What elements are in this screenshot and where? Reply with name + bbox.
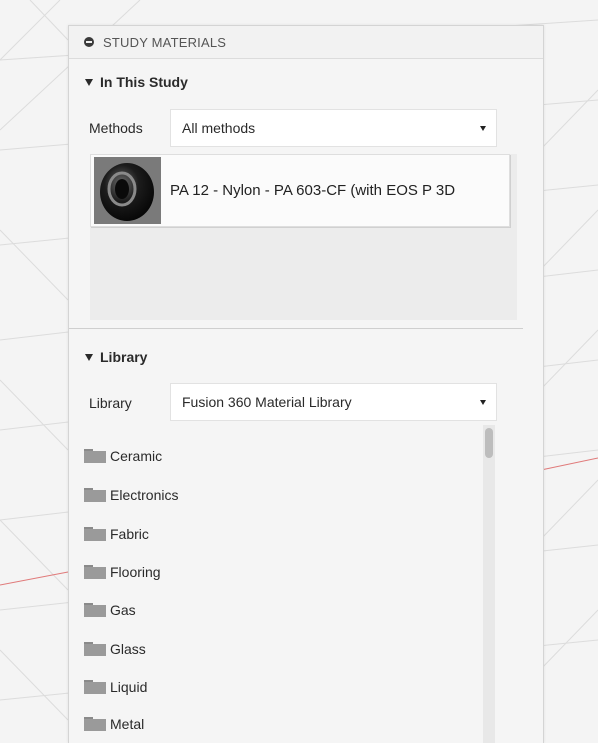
- scrollbar-thumb[interactable]: [485, 428, 493, 458]
- methods-dropdown[interactable]: All methods: [170, 109, 497, 147]
- folder-item-electronics[interactable]: Electronics: [84, 485, 178, 505]
- axis-line-red-right: [540, 457, 598, 471]
- folder-icon: [84, 680, 106, 694]
- folder-label: Gas: [110, 602, 136, 618]
- folder-item-glass[interactable]: Glass: [84, 639, 146, 659]
- methods-dropdown-value: All methods: [182, 120, 256, 136]
- library-label: Library: [89, 395, 132, 411]
- chevron-down-icon: [480, 125, 486, 131]
- folder-icon: [84, 642, 106, 656]
- folder-label: Liquid: [110, 679, 148, 695]
- section-divider: [69, 328, 523, 329]
- folder-icon: [84, 527, 106, 541]
- study-materials-list: PA 12 - Nylon - PA 603-CF (with EOS P 3D: [90, 154, 517, 320]
- folder-label: Glass: [110, 641, 146, 657]
- folder-label: Ceramic: [110, 448, 163, 464]
- expand-triangle-icon: [85, 78, 93, 86]
- methods-label: Methods: [89, 120, 143, 136]
- material-card[interactable]: PA 12 - Nylon - PA 603-CF (with EOS P 3D: [90, 154, 510, 227]
- folder-item-metal[interactable]: Metal: [84, 714, 144, 734]
- folder-icon: [84, 717, 106, 731]
- folder-item-liquid[interactable]: Liquid: [84, 677, 147, 697]
- library-dropdown-value: Fusion 360 Material Library: [182, 394, 352, 410]
- folder-label: Metal: [110, 716, 145, 732]
- chevron-down-icon: [480, 399, 486, 405]
- panel-header: STUDY MATERIALS: [69, 26, 543, 59]
- library-scrollbar[interactable]: [483, 425, 495, 743]
- library-dropdown[interactable]: Fusion 360 Material Library: [170, 383, 497, 421]
- panel-title: STUDY MATERIALS: [103, 34, 227, 50]
- folder-icon: [84, 488, 106, 502]
- library-title: Library: [100, 349, 148, 365]
- in-this-study-title: In This Study: [100, 74, 188, 90]
- study-materials-panel: STUDY MATERIALS In This Study Methods Al…: [68, 25, 544, 743]
- folder-label: Flooring: [110, 564, 161, 580]
- folder-icon: [84, 603, 106, 617]
- library-header[interactable]: Library: [85, 349, 147, 365]
- folder-item-fabric[interactable]: Fabric: [84, 524, 149, 544]
- folder-label: Fabric: [110, 526, 149, 542]
- folder-item-flooring[interactable]: Flooring: [84, 562, 161, 582]
- library-folder-list: Ceramic Electronics Fabric Flooring Gas …: [84, 426, 484, 743]
- folder-item-ceramic[interactable]: Ceramic: [84, 446, 162, 466]
- folder-icon: [84, 449, 106, 463]
- collapse-panel-icon[interactable]: [84, 37, 94, 47]
- material-name: PA 12 - Nylon - PA 603-CF (with EOS P 3D: [170, 182, 456, 199]
- in-this-study-header[interactable]: In This Study: [85, 74, 188, 90]
- expand-triangle-icon: [85, 353, 93, 361]
- axis-line-red: [0, 571, 69, 586]
- material-sphere-swatch-icon: [94, 157, 161, 224]
- folder-icon: [84, 565, 106, 579]
- folder-label: Electronics: [110, 487, 179, 503]
- folder-item-gas[interactable]: Gas: [84, 600, 136, 620]
